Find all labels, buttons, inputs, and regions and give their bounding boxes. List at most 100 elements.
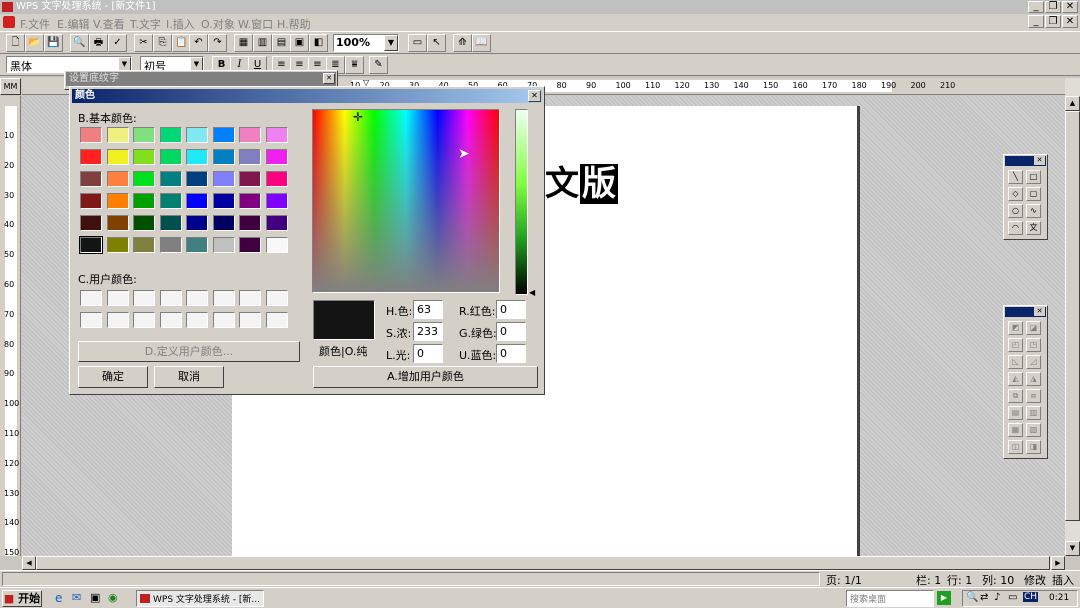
document-text-char[interactable]: 文 — [545, 164, 579, 204]
basic-color-swatch[interactable] — [239, 193, 261, 209]
arrange-tool-icon[interactable]: ◰ — [1008, 338, 1023, 352]
ime-indicator[interactable]: CH — [1023, 592, 1039, 602]
custom-color-swatch[interactable] — [159, 312, 182, 328]
arrange-tool-icon[interactable]: ◺ — [1008, 355, 1023, 369]
format-icon[interactable]: ⟰ — [453, 34, 472, 52]
arrange-tool-icon[interactable]: ◩ — [1008, 321, 1023, 335]
basic-color-swatch[interactable] — [239, 127, 261, 143]
basic-color-swatch[interactable] — [159, 171, 182, 187]
custom-color-swatch[interactable] — [239, 290, 261, 306]
basic-color-swatch[interactable] — [106, 193, 129, 209]
new-icon[interactable]: 🗋 — [6, 34, 25, 52]
basic-color-swatch[interactable] — [265, 171, 288, 187]
vertical-scrollbar[interactable]: ▲ ▼ — [1065, 78, 1080, 556]
scroll-right-button[interactable]: ▶ — [1051, 556, 1065, 570]
ie-icon[interactable]: e — [55, 591, 62, 605]
basic-color-swatch[interactable] — [239, 215, 261, 231]
custom-color-swatch[interactable] — [186, 312, 208, 328]
tray-monitor-icon[interactable]: ▭ — [1008, 592, 1017, 603]
copy-icon[interactable]: ⎘ — [153, 34, 172, 52]
custom-color-swatch[interactable] — [80, 290, 102, 306]
green-input[interactable]: 0 — [496, 322, 526, 341]
basic-color-swatch[interactable] — [80, 215, 102, 231]
scroll-up-button[interactable]: ▲ — [1065, 96, 1080, 111]
basic-color-swatch[interactable] — [212, 237, 235, 253]
basic-color-swatch[interactable] — [106, 171, 129, 187]
basic-color-swatch[interactable] — [186, 127, 208, 143]
define-custom-colors-button[interactable]: D.定义用户颜色... — [78, 341, 300, 362]
basic-color-swatch[interactable] — [80, 171, 102, 187]
basic-color-swatch[interactable] — [133, 127, 155, 143]
arrange-tool-icon[interactable]: ⧉ — [1008, 389, 1023, 403]
basic-color-swatch[interactable] — [212, 127, 235, 143]
red-input[interactable]: 0 — [496, 300, 526, 319]
basic-color-swatch[interactable] — [186, 193, 208, 209]
columns-icon[interactable]: ▥ — [253, 34, 272, 52]
media-icon[interactable]: ◉ — [108, 591, 118, 604]
hscroll-thumb[interactable] — [36, 556, 1050, 570]
basic-color-swatch[interactable] — [265, 215, 288, 231]
status-mode-modify[interactable]: 修改 — [1024, 572, 1046, 588]
custom-color-swatch[interactable] — [239, 312, 261, 328]
scroll-down-button[interactable]: ▼ — [1065, 541, 1080, 556]
arrange-tool-icon[interactable]: ⧈ — [1026, 389, 1041, 403]
distribute-icon[interactable]: ⩸ — [345, 56, 364, 74]
tray-volume-icon[interactable]: ♪ — [994, 592, 1000, 603]
basic-color-swatch[interactable] — [159, 193, 182, 209]
menu-text[interactable]: T.文字 — [130, 16, 161, 32]
basic-color-swatch[interactable] — [186, 171, 208, 187]
basic-color-swatch[interactable] — [133, 149, 155, 165]
hue-input[interactable]: 63 — [413, 300, 443, 319]
basic-color-swatch[interactable] — [133, 171, 155, 187]
text-tool-icon[interactable]: 文 — [1026, 221, 1041, 235]
rect-tool-icon[interactable]: □ — [1026, 170, 1041, 184]
diamond-tool-icon[interactable]: ◇ — [1008, 187, 1023, 201]
basic-color-swatch[interactable] — [106, 127, 129, 143]
basic-color-swatch[interactable] — [265, 127, 288, 143]
basic-color-swatch[interactable] — [133, 237, 155, 253]
line-tool-icon[interactable]: ╲ — [1008, 170, 1023, 184]
scroll-left-button[interactable]: ◀ — [22, 556, 36, 570]
custom-color-swatch[interactable] — [212, 290, 235, 306]
basic-color-swatch[interactable] — [106, 215, 129, 231]
grid-icon[interactable]: ▤ — [272, 34, 291, 52]
color-spectrum[interactable]: ✛ ➤ — [312, 109, 500, 293]
print-icon[interactable]: 🖶 — [89, 34, 108, 52]
open-icon[interactable]: 📂 — [25, 34, 44, 52]
status-mode-insert[interactable]: 插入 — [1052, 572, 1074, 588]
custom-color-swatch[interactable] — [159, 290, 182, 306]
start-button[interactable]: ■ 开始 — [2, 590, 42, 607]
doc-minimize-button[interactable]: _ — [1028, 15, 1044, 28]
arrange-tool-icon[interactable]: ▤ — [1008, 406, 1023, 420]
basic-color-swatch[interactable] — [239, 149, 261, 165]
basic-color-swatch[interactable] — [106, 149, 129, 165]
luminance-pointer-icon[interactable]: ◀ — [529, 288, 535, 297]
custom-color-swatch[interactable] — [106, 290, 129, 306]
taskbar-task-wps[interactable]: WPS 文字处理系统 - [新... — [136, 590, 264, 607]
ellipse-tool-icon[interactable]: ○ — [1008, 204, 1023, 218]
saturation-input[interactable]: 233 — [413, 322, 443, 341]
arrange-tool-icon[interactable]: ◪ — [1026, 321, 1041, 335]
roundrect-tool-icon[interactable]: ▢ — [1026, 187, 1041, 201]
custom-color-swatch[interactable] — [265, 290, 288, 306]
arrange-tool-icon[interactable]: ▥ — [1026, 406, 1041, 420]
basic-color-swatch[interactable] — [133, 215, 155, 231]
basic-color-swatch[interactable] — [239, 237, 261, 253]
arrange-tool-icon[interactable]: ◮ — [1026, 372, 1041, 386]
basic-color-swatch[interactable] — [80, 193, 102, 209]
basic-color-swatch[interactable] — [186, 237, 208, 253]
luminance-input[interactable]: 0 — [413, 344, 443, 363]
window-icon[interactable]: ▭ — [408, 34, 427, 52]
arrange-tool-icon[interactable]: ▦ — [1008, 423, 1023, 437]
basic-color-swatch[interactable] — [159, 127, 182, 143]
chevron-down-icon[interactable]: ▼ — [384, 35, 398, 51]
basic-color-swatch[interactable] — [80, 127, 102, 143]
image-icon[interactable]: ▣ — [290, 34, 309, 52]
arrange-tool-icon[interactable]: ▧ — [1026, 423, 1041, 437]
frame-icon[interactable]: ◧ — [309, 34, 328, 52]
pointer-icon[interactable]: ↖ — [427, 34, 446, 52]
basic-color-swatch[interactable] — [133, 193, 155, 209]
doc-restore-button[interactable]: ❐ — [1045, 15, 1061, 28]
basic-color-swatch[interactable] — [159, 215, 182, 231]
close-icon[interactable]: ✕ — [323, 73, 335, 84]
